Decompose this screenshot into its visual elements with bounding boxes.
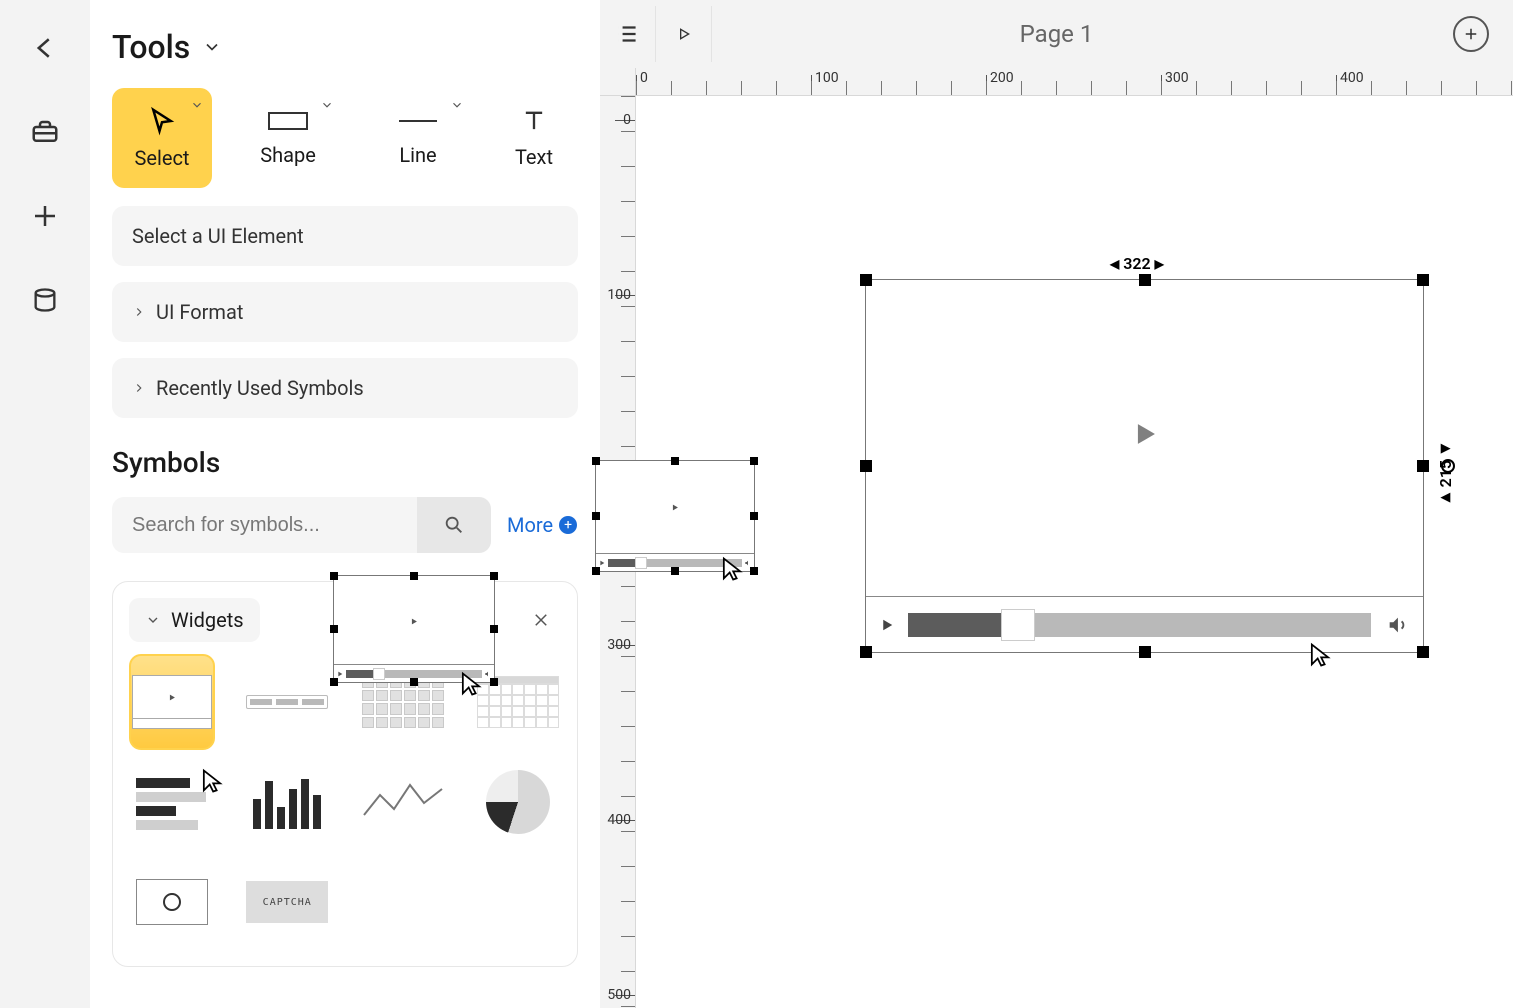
chevron-down-icon (145, 612, 161, 628)
tools-title[interactable]: Tools (112, 28, 578, 66)
drag-preview-canvas (595, 460, 755, 572)
symbols-more-link[interactable]: More + (507, 513, 577, 537)
chevron-down-icon[interactable] (190, 98, 204, 112)
chevron-down-icon[interactable] (450, 98, 464, 112)
tools-panel: Tools Select Shape Line Text Select a UI… (90, 0, 600, 1008)
add-icon[interactable] (21, 192, 69, 240)
symbol-bar-chart-h[interactable] (129, 754, 215, 850)
play-icon (1128, 417, 1162, 455)
resize-handle[interactable] (860, 646, 872, 658)
ruler-corner (600, 68, 636, 96)
panel-label: Select a UI Element (132, 224, 304, 248)
resize-handle[interactable] (860, 460, 872, 472)
panel-select-ui-element[interactable]: Select a UI Element (112, 206, 578, 266)
canvas-outline-button[interactable] (600, 6, 656, 62)
resize-handle[interactable] (1139, 646, 1151, 658)
ruler-horizontal: 0 100 200 300 400 (600, 68, 1513, 96)
symbol-bar-chart-v[interactable] (245, 754, 331, 850)
symbol-scrollbar[interactable] (245, 654, 331, 750)
tool-shape[interactable]: Shape (234, 88, 342, 188)
list-icon (615, 21, 641, 47)
back-button[interactable] (21, 24, 69, 72)
toolbox-icon[interactable] (21, 108, 69, 156)
close-icon (532, 611, 550, 629)
symbol-webcam[interactable] (129, 854, 215, 950)
play-icon (670, 498, 680, 517)
chevron-down-icon[interactable] (320, 98, 334, 112)
canvas-play-button[interactable] (656, 6, 712, 62)
more-label: More (507, 513, 553, 537)
symbols-grid: CAPTCHA (129, 654, 561, 950)
chevron-right-icon (132, 381, 146, 395)
search-icon (443, 514, 465, 536)
tool-label: Select (135, 146, 190, 170)
arrow-down-icon: ◀ (1439, 442, 1453, 456)
selection-height-indicator: ▶ 215 ◀ (1436, 442, 1455, 505)
text-icon (520, 107, 548, 135)
resize-handle[interactable] (1417, 460, 1429, 472)
resize-handle[interactable] (1417, 274, 1429, 286)
canvas-add-page-button[interactable] (1453, 16, 1489, 52)
symbol-captcha[interactable]: CAPTCHA (245, 854, 331, 950)
symbol-media-player[interactable] (129, 654, 215, 750)
symbol-line-chart[interactable] (360, 754, 446, 850)
symbols-category-toggle[interactable]: Widgets (129, 598, 260, 642)
chevron-right-icon (132, 305, 146, 319)
tool-line[interactable]: Line (364, 88, 472, 188)
arrow-left-icon: ◀ (1110, 257, 1119, 271)
canvas-workspace[interactable]: ◀ 322 ▶ ▶ 215 ◀ (636, 96, 1513, 1008)
symbols-search-button[interactable] (417, 497, 491, 553)
tools-title-text: Tools (112, 28, 190, 66)
panel-label: Recently Used Symbols (156, 376, 364, 400)
selection-width-indicator: ◀ 322 ▶ (1110, 254, 1164, 273)
selection-height-value: 215 (1436, 460, 1455, 487)
resize-handle[interactable] (1417, 646, 1429, 658)
media-play-button[interactable] (866, 597, 908, 653)
symbols-search-row: More + (112, 497, 578, 553)
symbols-title: Symbols (112, 446, 578, 479)
widget-media-player[interactable] (865, 279, 1424, 653)
plus-circle-icon: + (559, 516, 577, 534)
tool-select[interactable]: Select (112, 88, 212, 188)
symbols-close-button[interactable] (521, 600, 561, 640)
rectangle-icon (267, 109, 309, 133)
panel-label: UI Format (156, 300, 243, 324)
play-icon (409, 611, 419, 630)
tool-label: Line (399, 143, 436, 167)
tool-label: Shape (260, 143, 316, 167)
play-outline-icon (676, 26, 692, 42)
cylinder-icon[interactable] (21, 276, 69, 324)
tool-buttons-row: Select Shape Line Text (112, 88, 578, 188)
panel-recently-used[interactable]: Recently Used Symbols (112, 358, 578, 418)
resize-handle[interactable] (1139, 274, 1151, 286)
symbols-search-input[interactable] (112, 497, 417, 553)
plus-icon (1462, 25, 1480, 43)
left-rail (0, 0, 90, 1008)
panel-ui-format[interactable]: UI Format (112, 282, 578, 342)
media-controls-bar (866, 596, 1423, 652)
canvas-header: Page 1 (600, 0, 1513, 68)
arrow-up-icon: ▶ (1439, 491, 1453, 505)
line-icon (397, 109, 439, 133)
selection-width-value: 322 (1123, 254, 1150, 273)
symbol-pie-chart[interactable] (476, 754, 562, 850)
resize-handle[interactable] (860, 274, 872, 286)
tool-label: Text (515, 145, 553, 169)
symbols-search-wrap (112, 497, 491, 553)
media-progress-thumb[interactable] (1001, 609, 1035, 641)
drag-preview-panel (333, 575, 495, 683)
symbols-category-label: Widgets (171, 608, 244, 632)
canvas-page-title: Page 1 (1020, 20, 1094, 48)
cursor-icon (147, 106, 177, 136)
tool-text[interactable]: Text (494, 88, 574, 188)
chevron-down-icon (202, 37, 222, 57)
media-volume-button[interactable] (1371, 597, 1423, 653)
arrow-right-icon: ▶ (1155, 257, 1164, 271)
